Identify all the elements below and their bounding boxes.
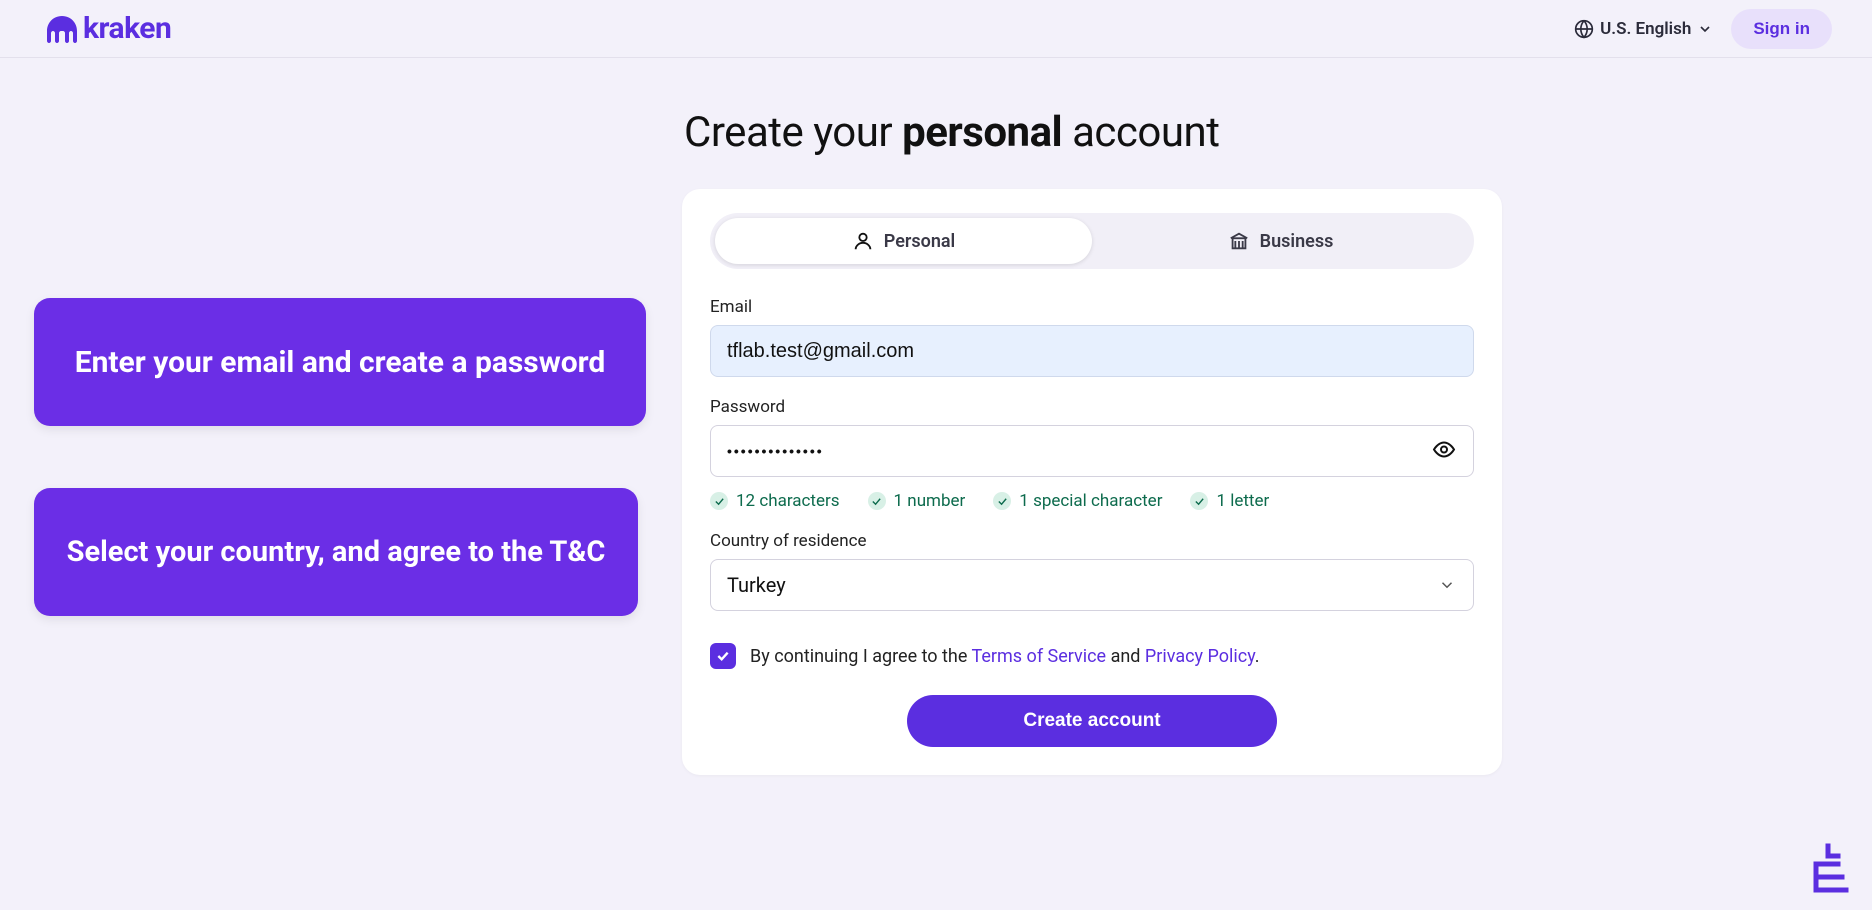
password-label: Password bbox=[710, 397, 1474, 417]
check-icon bbox=[710, 492, 728, 510]
callout-email-password: Enter your email and create a password bbox=[34, 298, 646, 426]
check-icon bbox=[993, 492, 1011, 510]
building-icon bbox=[1228, 230, 1250, 252]
callout-country-tc: Select your country, and agree to the T&… bbox=[34, 488, 638, 616]
signin-button[interactable]: Sign in bbox=[1731, 9, 1832, 49]
left-callouts: Enter your email and create a password S… bbox=[0, 108, 658, 775]
corner-logo-icon bbox=[1798, 840, 1854, 900]
language-selector[interactable]: U.S. English bbox=[1574, 19, 1713, 39]
check-icon bbox=[868, 492, 886, 510]
tab-business[interactable]: Business bbox=[1092, 218, 1469, 264]
field-email: Email bbox=[710, 297, 1474, 377]
eye-icon bbox=[1432, 438, 1456, 462]
country-select-wrap: Turkey bbox=[710, 559, 1474, 611]
pw-req-special: 1 special character bbox=[993, 491, 1162, 511]
header: kraken U.S. English Sign in bbox=[0, 0, 1872, 58]
consent-suffix: . bbox=[1255, 646, 1260, 667]
password-wrap bbox=[710, 425, 1474, 477]
password-requirements: 12 characters 1 number 1 special charact… bbox=[710, 491, 1474, 511]
chevron-down-icon bbox=[1697, 21, 1713, 37]
check-icon bbox=[1190, 492, 1208, 510]
privacy-link[interactable]: Privacy Policy bbox=[1145, 646, 1255, 667]
toggle-password-visibility[interactable] bbox=[1428, 434, 1460, 469]
signup-panel: Create your personal account Personal bbox=[682, 108, 1502, 775]
account-type-tabs: Personal Business bbox=[710, 213, 1474, 269]
field-country: Country of residence Turkey bbox=[710, 531, 1474, 611]
brand-logo[interactable]: kraken bbox=[45, 11, 171, 46]
create-account-button[interactable]: Create account bbox=[907, 695, 1277, 747]
tab-business-label: Business bbox=[1260, 231, 1334, 252]
tab-personal[interactable]: Personal bbox=[715, 218, 1092, 264]
person-icon bbox=[852, 230, 874, 252]
password-input[interactable] bbox=[710, 425, 1474, 477]
brand-text: kraken bbox=[83, 11, 171, 46]
title-bold: personal bbox=[902, 108, 1062, 157]
pw-req-chars-label: 12 characters bbox=[736, 491, 840, 511]
country-value: Turkey bbox=[727, 573, 786, 597]
consent-prefix: By continuing I agree to the bbox=[750, 646, 972, 667]
title-suffix: account bbox=[1062, 108, 1219, 157]
field-password: Password bbox=[710, 397, 1474, 477]
tos-link[interactable]: Terms of Service bbox=[972, 646, 1107, 667]
pw-req-chars: 12 characters bbox=[710, 491, 840, 511]
header-right: U.S. English Sign in bbox=[1574, 9, 1832, 49]
country-label: Country of residence bbox=[710, 531, 1474, 551]
pw-req-number: 1 number bbox=[868, 491, 966, 511]
pw-req-letter-label: 1 letter bbox=[1216, 491, 1269, 511]
signup-card: Personal Business Email bbox=[682, 189, 1502, 775]
globe-icon bbox=[1574, 19, 1594, 39]
consent-row: By continuing I agree to the Terms of Se… bbox=[710, 643, 1474, 669]
pw-req-number-label: 1 number bbox=[894, 491, 966, 511]
pw-req-letter: 1 letter bbox=[1190, 491, 1269, 511]
title-prefix: Create your bbox=[684, 108, 902, 157]
consent-checkbox[interactable] bbox=[710, 643, 736, 669]
email-input[interactable] bbox=[710, 325, 1474, 377]
consent-mid: and bbox=[1106, 646, 1145, 667]
language-label: U.S. English bbox=[1600, 19, 1691, 39]
email-label: Email bbox=[710, 297, 1474, 317]
main: Enter your email and create a password S… bbox=[0, 58, 1872, 775]
checkmark-icon bbox=[715, 648, 731, 664]
kraken-icon bbox=[45, 14, 79, 44]
country-select[interactable]: Turkey bbox=[710, 559, 1474, 611]
tab-personal-label: Personal bbox=[884, 231, 955, 252]
consent-text: By continuing I agree to the Terms of Se… bbox=[750, 646, 1260, 667]
page-title: Create your personal account bbox=[684, 108, 1502, 157]
pw-req-special-label: 1 special character bbox=[1019, 491, 1162, 511]
